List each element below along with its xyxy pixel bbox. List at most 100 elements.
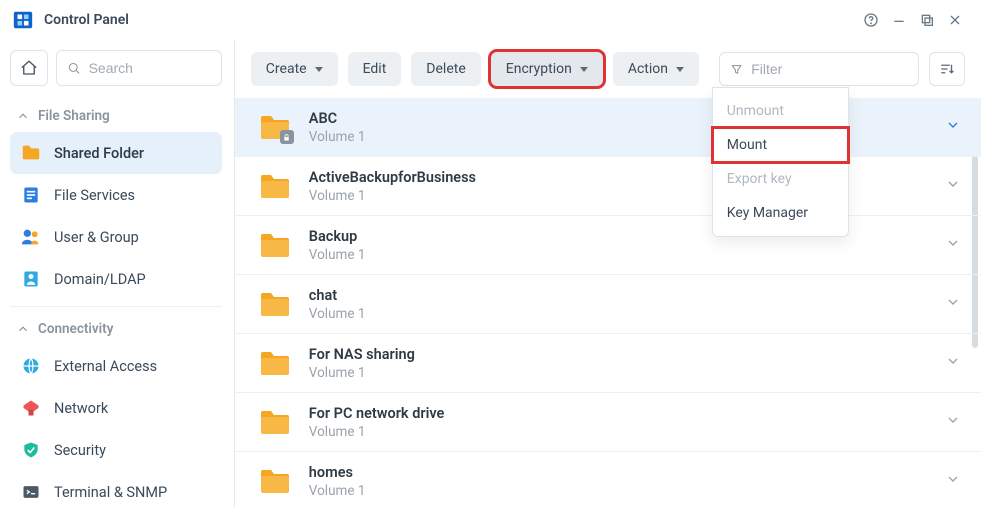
folder-name: ActiveBackupforBusiness [309,169,945,186]
folder-list: ABC Volume 1 ActiveBackupforBusiness Vol… [235,98,981,507]
sidebar-item-shared-folder[interactable]: Shared Folder [10,132,222,174]
sidebar-item-label: Domain/LDAP [54,271,146,288]
folder-name: chat [309,287,945,304]
create-button[interactable]: Create [251,52,338,86]
button-label: Encryption [506,61,572,77]
folder-row[interactable]: Backup Volume 1 [235,216,981,275]
sidebar-item-network[interactable]: Network [10,387,222,429]
terminal-icon [20,481,42,503]
chevron-down-icon[interactable] [945,117,961,137]
sidebar: File Sharing Shared Folder File Services… [0,40,235,507]
menu-unmount: Unmount [713,94,848,128]
toolbar: Create Edit Delete Encryption Action [235,40,981,98]
divider [10,306,222,307]
section-label: Connectivity [38,321,113,337]
folder-name: homes [309,464,945,481]
shield-icon [20,439,42,461]
folder-row[interactable]: chat Volume 1 [235,275,981,334]
button-label: Action [628,61,668,77]
search-icon [67,60,81,76]
user-group-icon [20,226,42,248]
encryption-button[interactable]: Encryption [491,52,603,86]
section-file-sharing[interactable]: File Sharing [10,100,222,132]
section-connectivity[interactable]: Connectivity [10,313,222,345]
folder-sub: Volume 1 [309,129,945,145]
folder-row[interactable]: ABC Volume 1 [235,98,981,157]
menu-key-manager[interactable]: Key Manager [713,196,848,230]
lock-icon [280,130,294,144]
sort-button[interactable] [929,52,965,86]
folder-icon [259,349,291,377]
help-icon[interactable] [857,6,885,34]
folder-row[interactable]: ActiveBackupforBusiness Volume 1 [235,157,981,216]
chevron-down-icon[interactable] [945,235,961,255]
sidebar-item-user-group[interactable]: User & Group [10,216,222,258]
button-label: Delete [426,61,465,77]
sidebar-item-security[interactable]: Security [10,429,222,471]
action-button[interactable]: Action [613,52,699,86]
sidebar-item-label: External Access [54,358,157,375]
folder-icon [259,172,291,200]
caret-icon [315,67,323,72]
chevron-down-icon[interactable] [945,412,961,432]
chevron-down-icon[interactable] [945,176,961,196]
folder-row[interactable]: For NAS sharing Volume 1 [235,334,981,393]
sidebar-item-label: Terminal & SNMP [54,484,167,501]
file-services-icon [20,184,42,206]
main-panel: Create Edit Delete Encryption Action [235,40,981,507]
sidebar-item-label: User & Group [54,229,139,246]
folder-name: For PC network drive [309,405,945,422]
section-label: File Sharing [38,108,110,124]
delete-button[interactable]: Delete [411,52,480,86]
home-button[interactable] [10,50,48,86]
filter-icon [730,62,743,77]
maximize-icon[interactable] [913,6,941,34]
domain-ldap-icon [20,268,42,290]
folder-row[interactable]: homes Volume 1 [235,452,981,507]
edit-button[interactable]: Edit [348,52,402,86]
folder-icon [259,290,291,318]
search-input-wrap[interactable] [56,50,222,86]
close-icon[interactable] [941,6,969,34]
sidebar-item-label: Security [54,442,106,459]
folder-icon [259,467,291,495]
folder-sub: Volume 1 [309,188,945,204]
filter-input-wrap[interactable] [719,52,919,86]
chevron-down-icon[interactable] [945,471,961,491]
sidebar-item-label: Shared Folder [54,145,144,162]
sidebar-item-file-services[interactable]: File Services [10,174,222,216]
encryption-menu: Unmount Mount Export key Key Manager [712,87,849,237]
caret-icon [676,67,684,72]
folder-sub: Volume 1 [309,247,945,263]
folder-sub: Volume 1 [309,306,945,322]
app-icon [12,9,34,31]
folder-icon [259,231,291,259]
sidebar-item-domain-ldap[interactable]: Domain/LDAP [10,258,222,300]
sidebar-item-terminal-snmp[interactable]: Terminal & SNMP [10,471,222,507]
sidebar-item-label: File Services [54,187,135,204]
chevron-up-icon [16,322,30,336]
globe-icon [20,355,42,377]
search-input[interactable] [89,60,211,76]
sidebar-item-label: Network [54,400,108,417]
caret-icon [580,67,588,72]
sidebar-item-external-access[interactable]: External Access [10,345,222,387]
folder-icon [259,408,291,436]
menu-mount[interactable]: Mount [713,128,848,162]
window-title: Control Panel [44,12,857,28]
menu-export-key: Export key [713,162,848,196]
folder-name: ABC [309,110,945,127]
folder-row[interactable]: For PC network drive Volume 1 [235,393,981,452]
folder-icon [20,142,42,164]
folder-sub: Volume 1 [309,365,945,381]
button-label: Edit [363,61,387,77]
chevron-up-icon [16,109,30,123]
network-icon [20,397,42,419]
minimize-icon[interactable] [885,6,913,34]
filter-input[interactable] [751,61,908,77]
folder-name: For NAS sharing [309,346,945,363]
folder-sub: Volume 1 [309,483,945,499]
chevron-down-icon[interactable] [945,294,961,314]
chevron-down-icon[interactable] [945,353,961,373]
folder-icon [259,113,291,141]
